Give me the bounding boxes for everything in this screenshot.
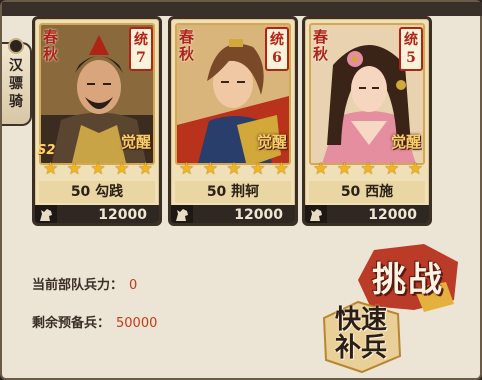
star-icon: ★: [43, 159, 59, 179]
general-name: 50 荆轲: [175, 181, 291, 203]
quick-refill-button[interactable]: 快速 补兵: [318, 298, 404, 374]
star-icon: ★: [273, 159, 289, 179]
top-strip: [2, 2, 482, 16]
horse-icon: [305, 205, 327, 223]
refill-label: 快速 补兵: [318, 306, 404, 362]
star-icon: ★: [114, 159, 130, 179]
current-troops-row: 当前部队兵力： 0: [32, 274, 137, 293]
star-icon: ★: [66, 159, 82, 179]
general-card-1[interactable]: 春秋 统 7 S2 觉醒 ★ ★ ★ ★ ★ 50 勾践 12000: [32, 16, 162, 226]
leadership-tag: 统 5: [399, 27, 423, 71]
troop-count: 12000: [234, 207, 283, 223]
current-troops-label: 当前部队兵力：: [32, 278, 124, 293]
reserve-troops-value: 50000: [116, 316, 158, 331]
side-tab-char: 汉: [9, 58, 23, 74]
star-icon: ★: [360, 159, 376, 179]
tab-marker-icon: [8, 38, 24, 54]
troop-count: 12000: [98, 207, 147, 223]
leadership-tag: 统 7: [129, 27, 153, 71]
challenge-label: 挑战: [372, 260, 444, 300]
awaken-label: 觉醒: [120, 133, 151, 151]
leadership-label: 统: [134, 32, 148, 48]
side-tab-char: 骑: [9, 94, 23, 110]
awaken-label: 觉醒: [390, 133, 421, 151]
star-icon: ★: [407, 159, 423, 179]
star-icon: ★: [226, 159, 242, 179]
leadership-tag: 统 6: [265, 27, 289, 71]
star-icon: ★: [90, 159, 106, 179]
awaken-label: 觉醒: [256, 133, 287, 151]
side-tab-char: 骠: [9, 76, 23, 92]
leadership-label: 统: [270, 32, 284, 48]
star-icon: ★: [202, 159, 218, 179]
horse-icon: [35, 205, 57, 223]
reserve-troops-row: 剩余预备兵： 50000: [32, 312, 157, 331]
reserve-troops-label: 剩余预备兵：: [32, 316, 111, 331]
star-icon: ★: [384, 159, 400, 179]
side-tab-han-cavalry[interactable]: 汉 骠 骑: [2, 38, 32, 126]
star-rating: ★ ★ ★ ★ ★: [43, 159, 153, 179]
star-icon: ★: [179, 159, 195, 179]
army-panel: 汉 骠 骑 春秋 统 7 S2 觉醒 ★ ★ ★ ★ ★ 50 勾践 12000…: [0, 0, 482, 380]
star-icon: ★: [336, 159, 352, 179]
era-tag: 春秋: [313, 28, 329, 63]
troop-count: 12000: [368, 207, 417, 223]
leadership-label: 统: [404, 32, 418, 48]
era-tag: 春秋: [43, 28, 59, 63]
horse-icon: [171, 205, 193, 223]
star-rating: ★ ★ ★ ★ ★: [313, 159, 423, 179]
star-rating: ★ ★ ★ ★ ★: [179, 159, 289, 179]
leadership-value: 6: [272, 50, 282, 66]
troop-bar: 12000: [35, 205, 159, 223]
refill-label-line2: 补兵: [334, 333, 387, 363]
general-name: 50 勾践: [39, 181, 155, 203]
skill-badge: S2: [37, 143, 56, 158]
leadership-value: 7: [136, 50, 146, 66]
star-icon: ★: [250, 159, 266, 179]
general-card-3[interactable]: 春秋 统 5 觉醒 ★ ★ ★ ★ ★ 50 西施 12000: [302, 16, 432, 226]
troop-bar: 12000: [171, 205, 295, 223]
troop-bar: 12000: [305, 205, 429, 223]
general-name: 50 西施: [309, 181, 425, 203]
star-icon: ★: [313, 159, 329, 179]
star-icon: ★: [137, 159, 153, 179]
current-troops-value: 0: [129, 278, 138, 293]
refill-label-line1: 快速: [334, 305, 387, 335]
general-card-2[interactable]: 春秋 统 6 觉醒 ★ ★ ★ ★ ★ 50 荆轲 12000: [168, 16, 298, 226]
era-tag: 春秋: [179, 28, 195, 63]
leadership-value: 5: [406, 50, 416, 66]
